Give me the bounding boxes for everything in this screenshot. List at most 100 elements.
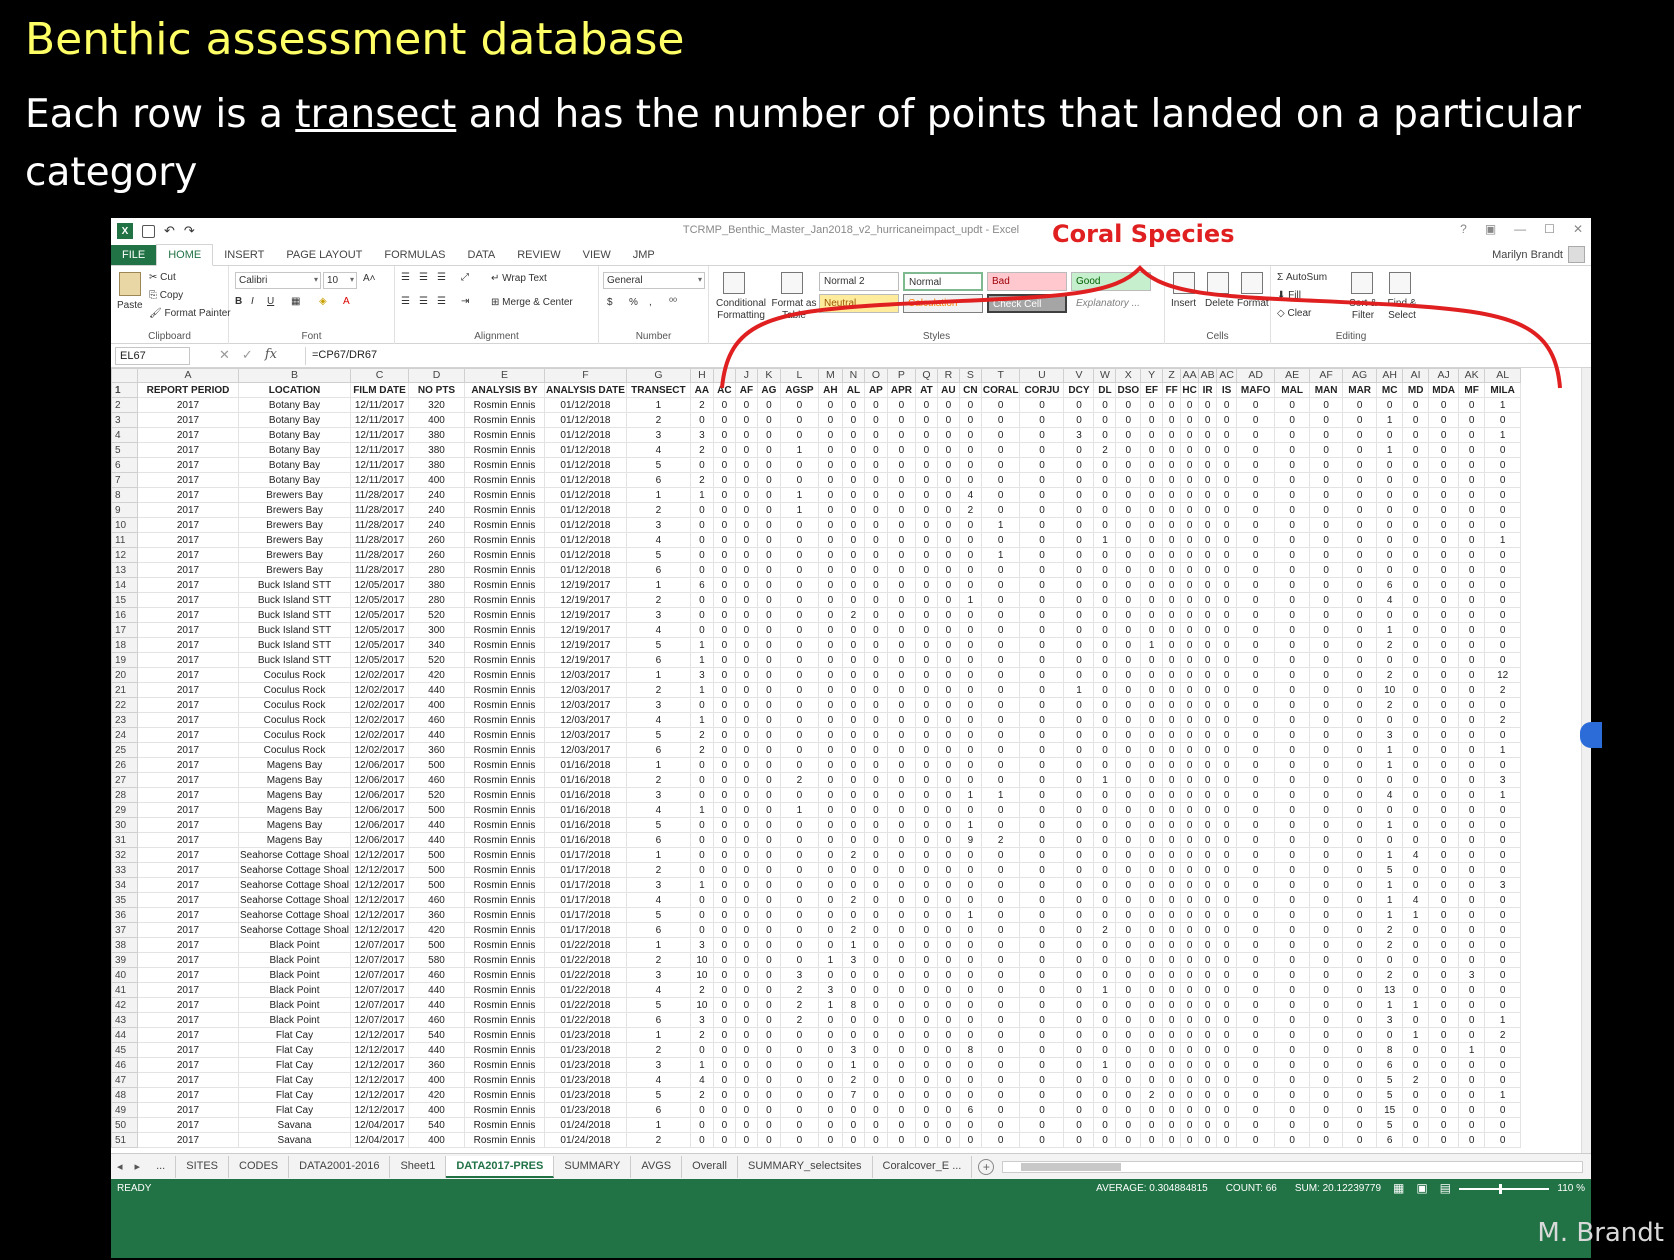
cell[interactable]: 0 — [1093, 487, 1117, 503]
cell[interactable]: 0 — [1216, 637, 1238, 653]
cell[interactable]: 0 — [1236, 502, 1276, 518]
cell[interactable]: 0 — [817, 502, 843, 518]
cell[interactable]: 2017 — [137, 487, 239, 503]
row-number[interactable]: 46 — [111, 1057, 138, 1073]
cell[interactable]: 0 — [1198, 487, 1218, 503]
cell[interactable]: 0 — [936, 397, 960, 413]
cell[interactable]: 12/03/2017 — [544, 727, 627, 743]
cell[interactable]: 5 — [625, 457, 691, 473]
cell[interactable]: 0 — [1162, 757, 1182, 773]
cell[interactable]: Rosmin Ennis — [464, 877, 545, 893]
cell[interactable]: Rosmin Ennis — [464, 967, 545, 983]
cell[interactable]: 0 — [863, 892, 888, 908]
cell[interactable]: 1 — [625, 937, 691, 953]
cell[interactable]: 0 — [1019, 1117, 1065, 1133]
cell[interactable]: 0 — [1274, 1027, 1311, 1043]
cell[interactable]: 0 — [958, 442, 982, 458]
cell[interactable]: 0 — [1198, 787, 1218, 803]
cell[interactable]: 1 — [1376, 847, 1404, 863]
cell[interactable]: 0 — [1162, 442, 1182, 458]
cell[interactable]: 0 — [1093, 742, 1117, 758]
cell[interactable]: 0 — [863, 877, 888, 893]
cell[interactable]: 0 — [863, 772, 888, 788]
cell[interactable]: 0 — [886, 397, 916, 413]
cell[interactable]: 0 — [1236, 1042, 1276, 1058]
cell[interactable]: 1 — [689, 487, 714, 503]
cell[interactable]: 0 — [1162, 1012, 1182, 1028]
cell[interactable]: 0 — [936, 967, 960, 983]
cell[interactable]: 0 — [1274, 997, 1311, 1013]
cell[interactable]: 0 — [1140, 472, 1164, 488]
cell[interactable]: 0 — [734, 982, 758, 998]
cell[interactable]: 0 — [1140, 1117, 1164, 1133]
column-letter[interactable]: N — [841, 368, 865, 383]
cell[interactable]: 0 — [817, 532, 843, 548]
format-painter-button[interactable]: 🖌 Format Painter — [149, 308, 231, 319]
cell[interactable]: 1 — [1484, 1087, 1522, 1103]
cell[interactable]: 0 — [1484, 577, 1522, 593]
cell[interactable]: 0 — [1274, 472, 1311, 488]
cell[interactable]: 1 — [779, 802, 819, 818]
fill-button[interactable]: ⬇ Fill — [1277, 290, 1301, 301]
row-number[interactable]: 13 — [111, 562, 138, 578]
cell[interactable]: 0 — [958, 637, 982, 653]
cell[interactable]: 0 — [734, 667, 758, 683]
row-number[interactable]: 50 — [111, 1117, 138, 1133]
cell[interactable]: 0 — [689, 922, 714, 938]
cell[interactable]: 0 — [1162, 472, 1182, 488]
cell[interactable]: 0 — [779, 532, 819, 548]
cell[interactable]: 2 — [689, 742, 714, 758]
cell[interactable]: 0 — [863, 502, 888, 518]
column-header-cell[interactable]: FF — [1162, 382, 1182, 398]
cell[interactable]: 5 — [625, 1087, 691, 1103]
cell[interactable]: 0 — [756, 472, 781, 488]
cell[interactable]: 0 — [1274, 817, 1311, 833]
column-header-cell[interactable]: MC — [1376, 382, 1404, 398]
cell[interactable]: 1 — [1376, 757, 1404, 773]
cell[interactable]: 500 — [408, 847, 465, 863]
cell[interactable]: 0 — [1484, 502, 1522, 518]
cell[interactable]: 0 — [841, 622, 865, 638]
cell[interactable]: 0 — [1458, 517, 1486, 533]
cell[interactable]: 0 — [863, 982, 888, 998]
cell[interactable]: 0 — [1484, 802, 1522, 818]
cell[interactable]: 0 — [1484, 1042, 1522, 1058]
cell[interactable]: 0 — [734, 487, 758, 503]
cell[interactable]: 0 — [779, 652, 819, 668]
cell[interactable]: 0 — [1115, 1012, 1142, 1028]
cell[interactable]: 3 — [689, 667, 714, 683]
cell[interactable]: 0 — [779, 1132, 819, 1148]
row-number[interactable]: 49 — [111, 1102, 138, 1118]
cell[interactable]: 0 — [1458, 412, 1486, 428]
cell[interactable]: 2 — [625, 952, 691, 968]
cell[interactable]: 0 — [734, 1027, 758, 1043]
cell[interactable]: 0 — [863, 997, 888, 1013]
cell[interactable]: 0 — [1484, 907, 1522, 923]
row-number[interactable]: 14 — [111, 577, 138, 593]
cell[interactable]: 0 — [1236, 667, 1276, 683]
cell[interactable]: 2017 — [137, 607, 239, 623]
cell[interactable]: 0 — [1236, 1057, 1276, 1073]
cell[interactable]: 0 — [1115, 907, 1142, 923]
row-number[interactable]: 28 — [111, 787, 138, 803]
cell[interactable]: 0 — [817, 712, 843, 728]
column-header-cell[interactable]: CORJU — [1019, 382, 1065, 398]
cell[interactable]: 460 — [408, 712, 465, 728]
cell[interactable]: 0 — [1236, 637, 1276, 653]
cell[interactable]: 0 — [1274, 577, 1311, 593]
cell[interactable]: 0 — [756, 982, 781, 998]
cell[interactable]: 0 — [734, 607, 758, 623]
cell[interactable]: Flat Cay — [238, 1072, 351, 1088]
cell[interactable]: 0 — [1216, 667, 1238, 683]
cell[interactable]: 0 — [863, 652, 888, 668]
column-header-cell[interactable]: AC — [712, 382, 736, 398]
cell[interactable]: 0 — [689, 772, 714, 788]
cell[interactable]: 0 — [1236, 1102, 1276, 1118]
cell[interactable]: 1 — [1376, 442, 1404, 458]
column-header-cell[interactable]: EF — [1140, 382, 1164, 398]
cell[interactable]: 0 — [734, 397, 758, 413]
cell[interactable]: 0 — [734, 922, 758, 938]
cell[interactable]: 400 — [408, 1072, 465, 1088]
cell[interactable]: 2017 — [137, 1012, 239, 1028]
cell[interactable]: 0 — [1428, 472, 1460, 488]
